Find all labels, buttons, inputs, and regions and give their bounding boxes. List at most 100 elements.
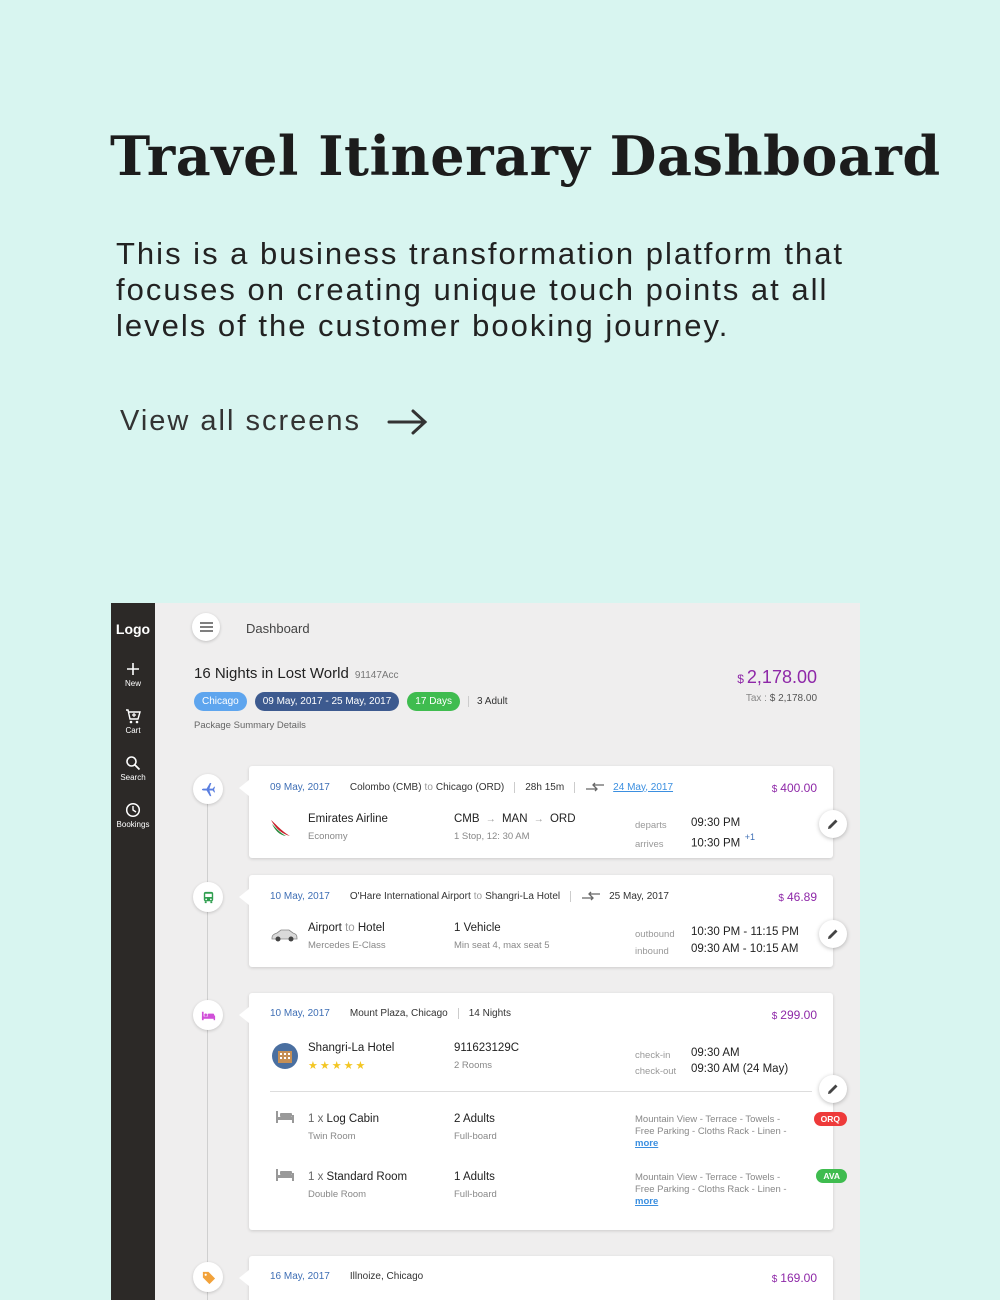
tax-label: Tax : [745,693,767,704]
currency-symbol: $ [771,784,778,795]
activity-date: 16 May, 2017 [270,1271,330,1282]
activity-timeline-marker [193,1262,223,1292]
hamburger-icon [199,622,213,632]
cabin-class: Economy [308,831,348,842]
tax-value: $ 2,178.00 [769,693,817,704]
flight-date: 09 May, 2017 [270,782,330,793]
price-value: 400.00 [780,781,817,795]
package-summary-link[interactable]: Package Summary Details [194,720,306,731]
bus-icon [203,891,213,903]
reservation-ref: 911623129C [454,1042,520,1054]
date-day: 16 [270,1271,282,1282]
pencil-icon [828,819,838,829]
sidebar-item-new[interactable]: New [111,661,155,688]
sidebar-item-label: Search [120,773,146,782]
hotel-timeline-marker [193,1000,223,1030]
destination: Shangri-La Hotel [485,890,561,902]
sidebar-item-bookings[interactable]: Bookings [111,802,155,829]
edit-hotel-button[interactable] [819,1075,847,1103]
hotel-thumbnail [272,1043,298,1069]
bed-icon [276,1111,294,1123]
value: 10:30 PM - 11:15 PM [691,926,799,938]
departs-time: 09:30 PM [691,813,740,831]
dashboard-app: Logo New Cart Search Bookings Dashboard … [111,603,860,1300]
route-block: CMB → MAN → ORD 1 Stop, 12: 30 AM [454,813,576,842]
room-amenities: Mountain View - Terrace - Towels - Free … [635,1114,787,1150]
page-description: This is a business transformation platfo… [116,236,845,343]
flight-timeline-marker [193,774,223,804]
room-name: Log Cabin [326,1113,379,1125]
sidebar-item-label: Cart [125,726,141,735]
arrives-label: arrives [635,834,664,852]
divider [270,1091,812,1092]
value: 09:30 PM [691,817,741,829]
room-title: 1 x Log Cabin [308,1113,379,1125]
date-rest: May, 2017 [283,781,330,793]
departs-label: departs [635,815,667,833]
date-day: 10 [270,1008,282,1019]
label: check-in [635,1050,671,1061]
sidebar-item-cart[interactable]: Cart [111,708,155,735]
transfer-date: 10 May, 2017 [270,891,330,902]
adults-count: 3 Adult [467,696,508,707]
status-badge: AVA [816,1169,847,1183]
checkout-time: 09:30 AM (24 May) [691,1059,788,1077]
arrow-right-icon: → [485,814,496,825]
sidebar-item-search[interactable]: Search [111,755,155,782]
flight-price: $400.00 [772,781,817,795]
total-value: 2,178.00 [746,667,817,687]
activity-location: Illnoize, Chicago [349,1271,424,1282]
days-tag: 17 Days [407,692,460,711]
hotel-card-header: 10 May, 2017 Mount Plaza, Chicago 14 Nig… [270,1008,531,1019]
menu-button[interactable] [192,613,220,641]
tag-icon [202,1271,215,1284]
origin: Colombo (CMB) [349,781,422,793]
edit-flight-button[interactable] [819,810,847,838]
more-link[interactable]: more [635,1138,787,1150]
date-rest: May, 2017 [283,1008,330,1019]
pencil-icon [828,1084,838,1094]
label: inbound [635,946,669,957]
title-a: Airport [308,922,342,934]
to-word: to [473,890,483,902]
value: 09:30 AM - 10:15 AM [691,943,799,955]
to-word: to [424,781,433,793]
edit-transfer-button[interactable] [819,920,847,948]
sidebar-item-label: New [124,679,141,688]
price-value: 46.89 [786,890,817,904]
room-board: Full-board [454,1189,497,1200]
label: outbound [635,929,675,940]
view-all-screens-link[interactable]: View all screens [120,405,429,438]
route-destination: ORD [549,813,576,825]
view-all-screens-label: View all screens [120,405,362,437]
room-title: 1 x Standard Room [308,1171,407,1183]
city-tag: Chicago [194,692,247,711]
airplane-icon [201,782,215,796]
hotel-star-rating: ★★★★★ [308,1060,368,1072]
room-item: 1 x Standard Room Double Room [308,1171,407,1200]
reservation-block: 911623129C 2 Rooms [454,1042,519,1071]
transfer-timeline-marker [193,882,223,912]
day-offset: +1 [744,832,755,842]
label: departs [635,820,667,831]
flight-route: Colombo (CMB) to Chicago (ORD) [349,781,516,793]
flight-card: 09 May, 2017 Colombo (CMB) to Chicago (ORD… [239,766,847,858]
room-adults: 1 Adults [454,1171,495,1183]
value: 09:30 AM [691,1047,740,1059]
seat-info: Min seat 4, max seat 5 [454,940,550,951]
package-code: 91147Acc [354,670,399,681]
hotel-price: $299.00 [772,1008,817,1022]
room-occupancy: 2 Adults Full-board [454,1113,497,1142]
origin: O'Hare International Airport [349,890,471,902]
route-origin: CMB [454,813,480,825]
room-name: Standard Room [326,1171,408,1183]
return-flight-link[interactable]: 24 May, 2017 [613,782,673,793]
room-adults: 2 Adults [454,1113,495,1125]
inbound-label: inbound [635,941,669,959]
sidebar-item-label: Bookings [116,820,150,829]
package-title: 16 Nights in Lost World 91147Acc [194,665,399,682]
more-link[interactable]: more [635,1196,787,1208]
logo: Logo [115,621,151,637]
package-name: 16 Nights in Lost World [194,665,349,682]
value: 09:30 AM (24 May) [691,1063,789,1075]
